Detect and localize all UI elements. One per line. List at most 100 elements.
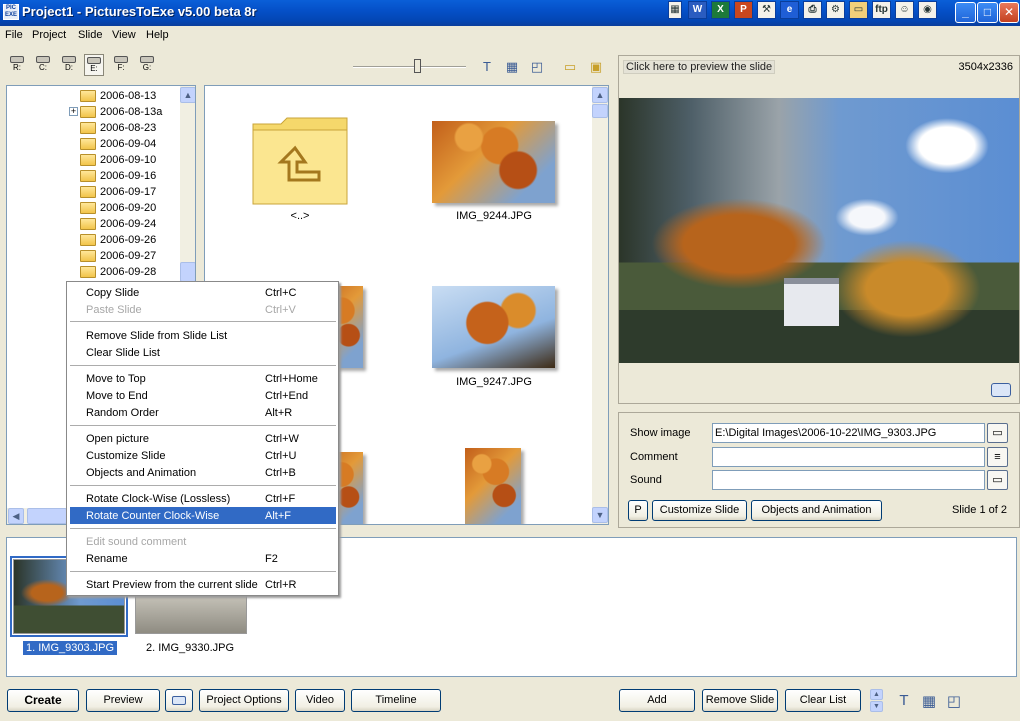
photo-thumbnail[interactable]: [432, 286, 555, 368]
create-button[interactable]: Create: [7, 689, 79, 712]
scroll-down-icon[interactable]: ▼: [592, 507, 608, 523]
menu-item-customize-slide[interactable]: Customize Slide Ctrl+U: [70, 447, 336, 464]
windows-icon[interactable]: ▦: [668, 1, 682, 19]
slider-thumb[interactable]: [414, 59, 421, 73]
tree-folder[interactable]: 2006-08-23: [80, 120, 156, 136]
scroll-up-icon[interactable]: ▲: [592, 87, 608, 103]
tree-folder[interactable]: 2006-09-16: [80, 168, 156, 184]
expand-toggle[interactable]: +: [69, 107, 78, 116]
menu-item-random-order[interactable]: Random Order Alt+R: [70, 404, 336, 421]
menu-slide[interactable]: Slide: [78, 29, 102, 41]
drive-e-button[interactable]: E:: [84, 54, 104, 76]
window-view-icon[interactable]: ◰: [945, 692, 963, 710]
menu-item-copy-slide[interactable]: Copy Slide Ctrl+C: [70, 284, 336, 301]
tree-folder[interactable]: 2006-09-28: [80, 264, 156, 280]
tree-folder[interactable]: 2006-09-17: [80, 184, 156, 200]
fullscreen-button[interactable]: [165, 689, 193, 712]
open-folder-icon[interactable]: ▭: [561, 59, 579, 75]
comment-edit-icon[interactable]: ≡: [987, 447, 1008, 467]
drive-c-button[interactable]: C:: [33, 54, 53, 76]
menu-file[interactable]: File: [5, 29, 23, 41]
p-button[interactable]: P: [628, 500, 648, 521]
tree-folder[interactable]: 2006-08-13a: [80, 104, 162, 120]
media-icon[interactable]: ◉: [918, 1, 937, 19]
project-options-button[interactable]: Project Options: [199, 689, 289, 712]
tree-folder[interactable]: 2006-09-27: [80, 248, 156, 264]
scroll-thumb[interactable]: [27, 508, 67, 524]
people-icon[interactable]: ☺: [895, 1, 914, 19]
menu-item-start-preview[interactable]: Start Preview from the current slide Ctrl…: [70, 576, 336, 593]
parent-folder-icon[interactable]: [251, 114, 351, 208]
drive-d-button[interactable]: D:: [59, 54, 79, 76]
menu-item-rotate-ccw[interactable]: Rotate Counter Clock-Wise Alt+F: [70, 507, 336, 524]
preview-hint[interactable]: Click here to preview the slide: [623, 60, 776, 74]
tree-folder[interactable]: 2006-09-20: [80, 200, 156, 216]
remove-slide-button[interactable]: Remove Slide: [702, 689, 778, 712]
text-icon[interactable]: T: [895, 692, 913, 709]
tree-folder[interactable]: 2006-09-26: [80, 232, 156, 248]
preview-image[interactable]: [619, 98, 1019, 363]
scroll-thumb[interactable]: [180, 262, 195, 282]
thumbnail-size-slider[interactable]: [353, 66, 466, 68]
scroll-left-icon[interactable]: ◀: [8, 508, 24, 524]
tools-icon[interactable]: ⚒: [757, 1, 776, 19]
globe-icon[interactable]: e: [780, 1, 799, 19]
scroll-up-icon[interactable]: ▲: [180, 87, 195, 103]
menu-item-move-end[interactable]: Move to End Ctrl+End: [70, 387, 336, 404]
word-icon[interactable]: W: [688, 1, 707, 19]
preview-button[interactable]: Preview: [86, 689, 160, 712]
drive-r-button[interactable]: R:: [7, 54, 27, 76]
menu-help[interactable]: Help: [146, 29, 169, 41]
scanner-icon[interactable]: ⎙: [803, 1, 822, 19]
excel-icon[interactable]: X: [711, 1, 730, 19]
browser-vertical-scrollbar[interactable]: ▲ ▼: [592, 86, 608, 524]
menu-item-rename[interactable]: Rename F2: [70, 550, 336, 567]
menu-item-remove-slide[interactable]: Remove Slide from Slide List: [70, 327, 336, 344]
close-button[interactable]: ✕: [999, 2, 1019, 23]
tree-folder[interactable]: 2006-09-04: [80, 136, 156, 152]
scroll-thumb[interactable]: [592, 104, 608, 118]
menu-project[interactable]: Project: [32, 29, 66, 41]
powerpoint-icon[interactable]: P: [734, 1, 753, 19]
menu-item-clear-list[interactable]: Clear Slide List: [70, 344, 336, 361]
move-up-icon[interactable]: ▲: [870, 689, 883, 700]
parent-folder-icon[interactable]: ▣: [587, 59, 605, 75]
customize-slide-button[interactable]: Customize Slide: [652, 500, 747, 521]
grid-view-icon[interactable]: ▦: [920, 692, 938, 710]
objects-animation-button[interactable]: Objects and Animation: [751, 500, 882, 521]
grid-view-icon[interactable]: ▦: [503, 59, 521, 75]
add-button[interactable]: Add: [619, 689, 695, 712]
folder-icon: [80, 266, 96, 278]
fullscreen-preview-icon[interactable]: [991, 383, 1011, 397]
slide-label[interactable]: 1. IMG_9303.JPG: [23, 641, 118, 655]
menu-view[interactable]: View: [112, 29, 136, 41]
photo-thumbnail[interactable]: [465, 448, 521, 524]
show-image-field[interactable]: E:\Digital Images\2006-10-22\IMG_9303.JP…: [712, 423, 985, 443]
window-view-icon[interactable]: ◰: [528, 59, 546, 75]
tree-folder[interactable]: 2006-09-24: [80, 216, 156, 232]
minimize-button[interactable]: _: [955, 2, 976, 23]
menu-item-objects-animation[interactable]: Objects and Animation Ctrl+B: [70, 464, 336, 481]
maximize-button[interactable]: □: [977, 2, 998, 23]
tree-folder[interactable]: 2006-09-10: [80, 152, 156, 168]
ftp-icon[interactable]: ftp: [872, 1, 891, 19]
sound-field[interactable]: [712, 470, 985, 490]
video-button[interactable]: Video: [295, 689, 345, 712]
slide-label[interactable]: 2. IMG_9330.JPG: [143, 641, 237, 655]
tree-folder[interactable]: 2006-08-13: [80, 88, 156, 104]
timeline-button[interactable]: Timeline: [351, 689, 441, 712]
clear-list-button[interactable]: Clear List: [785, 689, 861, 712]
settings-icon[interactable]: ⚙: [826, 1, 845, 19]
photo-thumbnail[interactable]: [432, 121, 555, 203]
browse-image-icon[interactable]: ▭: [987, 423, 1008, 443]
text-icon[interactable]: T: [478, 59, 496, 75]
folder-icon[interactable]: ▭: [849, 1, 868, 19]
browse-sound-icon[interactable]: ▭: [987, 470, 1008, 490]
drive-f-button[interactable]: F:: [111, 54, 131, 76]
menu-item-move-top[interactable]: Move to Top Ctrl+Home: [70, 370, 336, 387]
move-down-icon[interactable]: ▼: [870, 701, 883, 712]
comment-field[interactable]: [712, 447, 985, 467]
drive-g-button[interactable]: G:: [137, 54, 157, 76]
menu-item-open-picture[interactable]: Open picture Ctrl+W: [70, 430, 336, 447]
menu-item-rotate-cw[interactable]: Rotate Clock-Wise (Lossless) Ctrl+F: [70, 490, 336, 507]
